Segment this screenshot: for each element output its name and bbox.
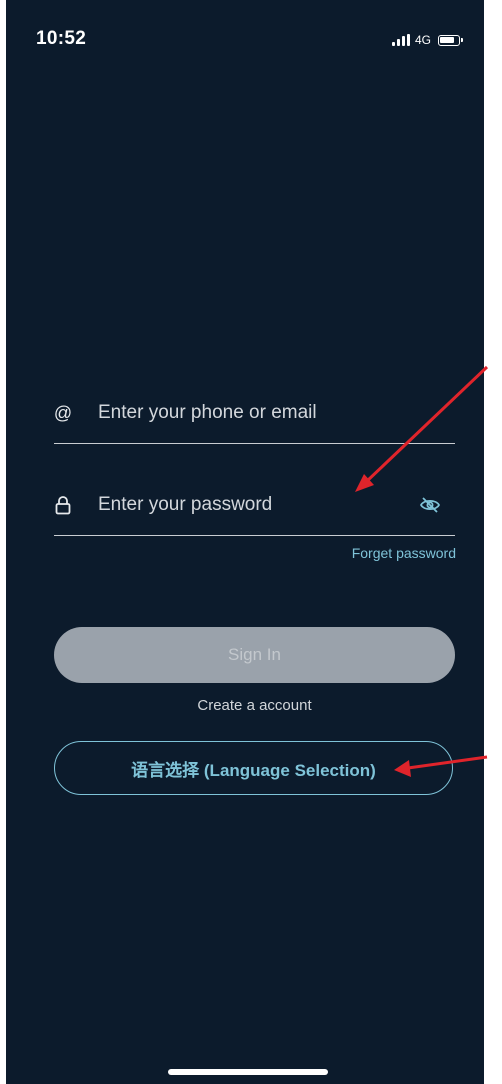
create-account-link[interactable]: Create a account <box>54 697 455 714</box>
at-icon: @ <box>53 402 73 423</box>
email-input[interactable] <box>98 383 398 443</box>
signal-icon <box>392 34 410 46</box>
email-field: @ <box>54 383 455 444</box>
home-indicator <box>168 1069 328 1075</box>
status-time: 10:52 <box>36 28 87 49</box>
password-field <box>54 475 455 536</box>
language-selection-button[interactable]: 语言选择 (Language Selection) <box>54 741 453 795</box>
status-indicators: 4G <box>392 30 464 50</box>
password-input[interactable] <box>98 475 398 535</box>
login-screen: 10:52 4G @ Forget password Sign In Cre <box>6 0 484 1084</box>
forget-password-link[interactable]: Forget password <box>306 545 456 561</box>
eye-off-icon[interactable] <box>419 475 441 535</box>
battery-icon <box>438 34 464 46</box>
lock-icon <box>54 475 72 535</box>
sign-in-button[interactable]: Sign In <box>54 627 455 683</box>
network-type: 4G <box>415 33 432 47</box>
